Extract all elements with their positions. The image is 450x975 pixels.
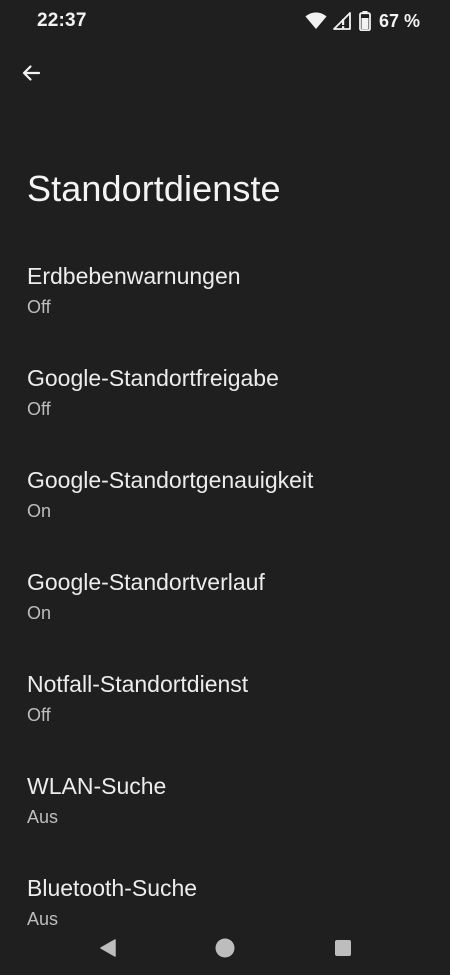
settings-item-standortverlauf[interactable]: Google-Standortverlauf On xyxy=(0,556,450,658)
wifi-icon xyxy=(305,12,327,30)
settings-item-notfall-standortdienst[interactable]: Notfall-Standortdienst Off xyxy=(0,658,450,760)
home-circle-icon xyxy=(214,937,236,964)
item-title: Notfall-Standortdienst xyxy=(27,671,249,697)
item-title: Google-Standortgenauigkeit xyxy=(27,467,314,493)
settings-item-standortfreigabe[interactable]: Google-Standortfreigabe Off xyxy=(0,352,450,454)
back-button[interactable] xyxy=(14,58,48,92)
settings-item-wlan-suche[interactable]: WLAN-Suche Aus xyxy=(0,760,450,862)
status-icons: 67 % xyxy=(305,9,420,33)
item-summary: On xyxy=(27,501,52,521)
battery-percent: 67 % xyxy=(378,10,420,31)
back-triangle-icon xyxy=(99,938,117,963)
nav-back-button[interactable] xyxy=(95,937,121,963)
settings-list: Erdbebenwarnungen Off Google-Standortfre… xyxy=(0,250,450,964)
status-bar: 22:37 67 % xyxy=(0,0,450,44)
item-title: Erdbebenwarnungen xyxy=(27,263,241,289)
item-summary: Off xyxy=(27,705,51,725)
item-title: Google-Standortverlauf xyxy=(27,569,265,595)
item-summary: Off xyxy=(27,297,51,317)
item-title: Google-Standortfreigabe xyxy=(27,365,279,391)
item-summary: Off xyxy=(27,399,51,419)
status-time: 22:37 xyxy=(37,10,87,31)
signal-icon xyxy=(333,12,353,30)
navigation-bar xyxy=(0,925,450,975)
nav-home-button[interactable] xyxy=(212,937,238,963)
settings-item-erdbebenwarnungen[interactable]: Erdbebenwarnungen Off xyxy=(0,250,450,352)
page-title: Standortdienste xyxy=(27,168,281,209)
item-title: Bluetooth-Suche xyxy=(27,875,198,901)
item-summary: On xyxy=(27,603,52,623)
nav-recents-button[interactable] xyxy=(330,937,356,963)
item-summary: Aus xyxy=(27,807,59,827)
item-title: WLAN-Suche xyxy=(27,773,167,799)
settings-item-standortgenauigkeit[interactable]: Google-Standortgenauigkeit On xyxy=(0,454,450,556)
battery-icon xyxy=(359,11,371,31)
recents-square-icon xyxy=(334,939,352,962)
arrow-back-icon xyxy=(21,63,41,88)
